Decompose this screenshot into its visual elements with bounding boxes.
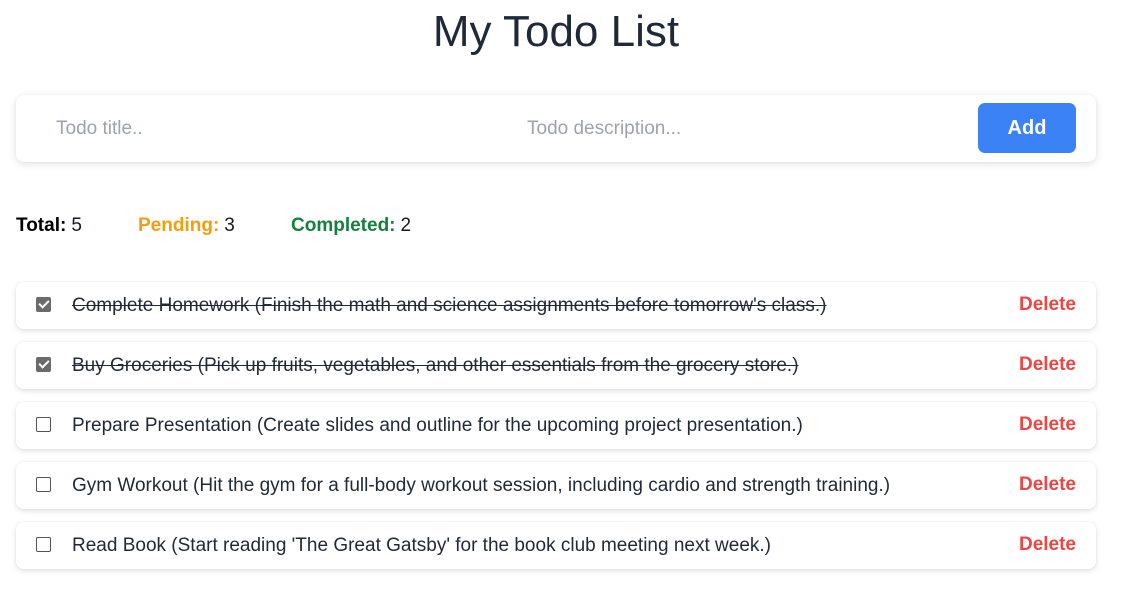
stat-pending: Pending: 3 (138, 214, 291, 238)
todo-checkbox[interactable] (36, 477, 51, 492)
delete-button[interactable]: Delete (1019, 293, 1076, 317)
stat-total: Total: 5 (16, 214, 138, 238)
stat-completed-label: Completed: (291, 215, 396, 236)
todo-item: Gym Workout (Hit the gym for a full-body… (16, 462, 1096, 509)
stat-total-label: Total: (16, 215, 67, 236)
todo-checkbox[interactable] (36, 297, 51, 312)
stat-pending-label: Pending: (138, 215, 220, 236)
delete-button[interactable]: Delete (1019, 473, 1076, 497)
stat-completed-count: 2 (400, 215, 412, 236)
todo-checkbox[interactable] (36, 417, 51, 432)
todo-item: Complete Homework (Finish the math and s… (16, 282, 1096, 329)
stat-pending-count: 3 (224, 215, 235, 236)
todo-item: Prepare Presentation (Create slides and … (16, 402, 1096, 449)
page-title: My Todo List (432, 7, 680, 56)
todo-stats: Total: 5 Pending: 3 Completed: 2 (16, 214, 411, 238)
delete-button[interactable]: Delete (1019, 533, 1076, 557)
todo-item: Read Book (Start reading 'The Great Gats… (16, 522, 1096, 569)
delete-button[interactable]: Delete (1019, 353, 1076, 377)
todo-checkbox[interactable] (36, 357, 51, 372)
todo-text: Buy Groceries (Pick up fruits, vegetable… (72, 355, 799, 376)
todo-checkbox[interactable] (36, 537, 51, 552)
todo-title-input[interactable] (56, 109, 486, 149)
stat-total-count: 5 (71, 215, 82, 236)
todo-text: Prepare Presentation (Create slides and … (72, 415, 803, 436)
stat-completed: Completed: 2 (291, 214, 411, 238)
todo-description-input[interactable] (527, 109, 957, 149)
add-button[interactable]: Add (978, 103, 1076, 153)
delete-button[interactable]: Delete (1019, 413, 1076, 437)
todo-list: Complete Homework (Finish the math and s… (16, 282, 1096, 582)
todo-text: Read Book (Start reading 'The Great Gats… (72, 535, 772, 556)
todo-app: My Todo List Add Total: 5 Pending: 3 Com… (0, 0, 1131, 603)
todo-text: Complete Homework (Finish the math and s… (72, 295, 827, 316)
add-todo-form: Add (16, 95, 1096, 162)
todo-item: Buy Groceries (Pick up fruits, vegetable… (16, 342, 1096, 389)
todo-text: Gym Workout (Hit the gym for a full-body… (72, 475, 891, 496)
